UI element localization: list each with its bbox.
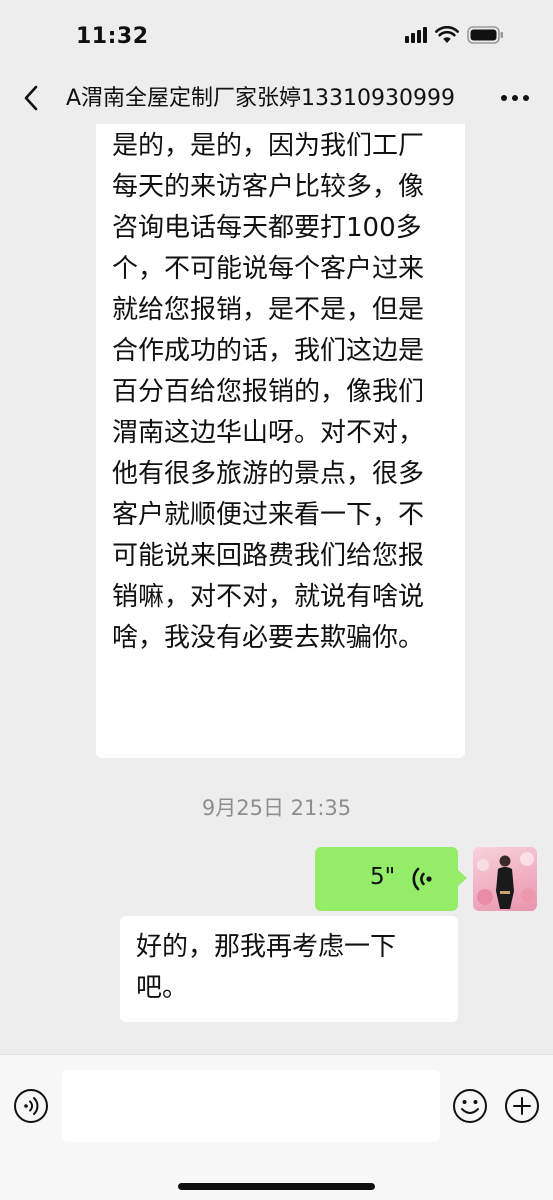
voice-wave-icon [412, 867, 432, 891]
message-timestamp: 9月25日 21:35 [201, 796, 352, 820]
input-bar [0, 1054, 553, 1200]
incoming-text-message[interactable]: 是的，是的，因为我们工厂每天的来访客户比较多，像咨询电话每天都要打100多个，不… [96, 124, 465, 758]
chat-screen: 11:32 A渭南全屋定制厂家张婷13310930999 是的，是的，因为我们工… [0, 0, 553, 1200]
avatar[interactable] [473, 847, 537, 911]
emoji-icon [453, 1089, 487, 1123]
home-indicator [178, 1183, 375, 1190]
more-button[interactable] [495, 80, 535, 116]
voice-input-button[interactable] [13, 1088, 49, 1124]
plus-icon [505, 1089, 539, 1123]
avatar-photo [477, 852, 535, 909]
message-list[interactable]: 是的，是的，因为我们工厂每天的来访客户比较多，像咨询电话每天都要打100多个，不… [0, 124, 553, 1054]
message-input[interactable] [62, 1070, 440, 1142]
status-time: 11:32 [76, 24, 149, 49]
voice-duration: 5" [370, 864, 396, 890]
wifi-icon [435, 26, 459, 43]
status-bar: 11:32 [0, 0, 553, 72]
more-actions-button[interactable] [504, 1088, 540, 1124]
back-button[interactable] [12, 78, 50, 118]
voice-input-icon [14, 1089, 48, 1123]
outgoing-voice-message[interactable]: 5" [315, 847, 467, 911]
status-icons [405, 26, 505, 44]
chevron-left-icon [24, 85, 38, 111]
battery-icon [467, 26, 503, 44]
chat-title: A渭南全屋定制厂家张婷13310930999 [66, 86, 456, 111]
signal-icon [405, 27, 427, 43]
nav-bar: A渭南全屋定制厂家张婷13310930999 [0, 72, 553, 124]
incoming-text-message[interactable]: 好的，那我再考虑一下吧。 [120, 916, 458, 1022]
emoji-button[interactable] [452, 1088, 488, 1124]
more-dots-icon [501, 95, 529, 101]
